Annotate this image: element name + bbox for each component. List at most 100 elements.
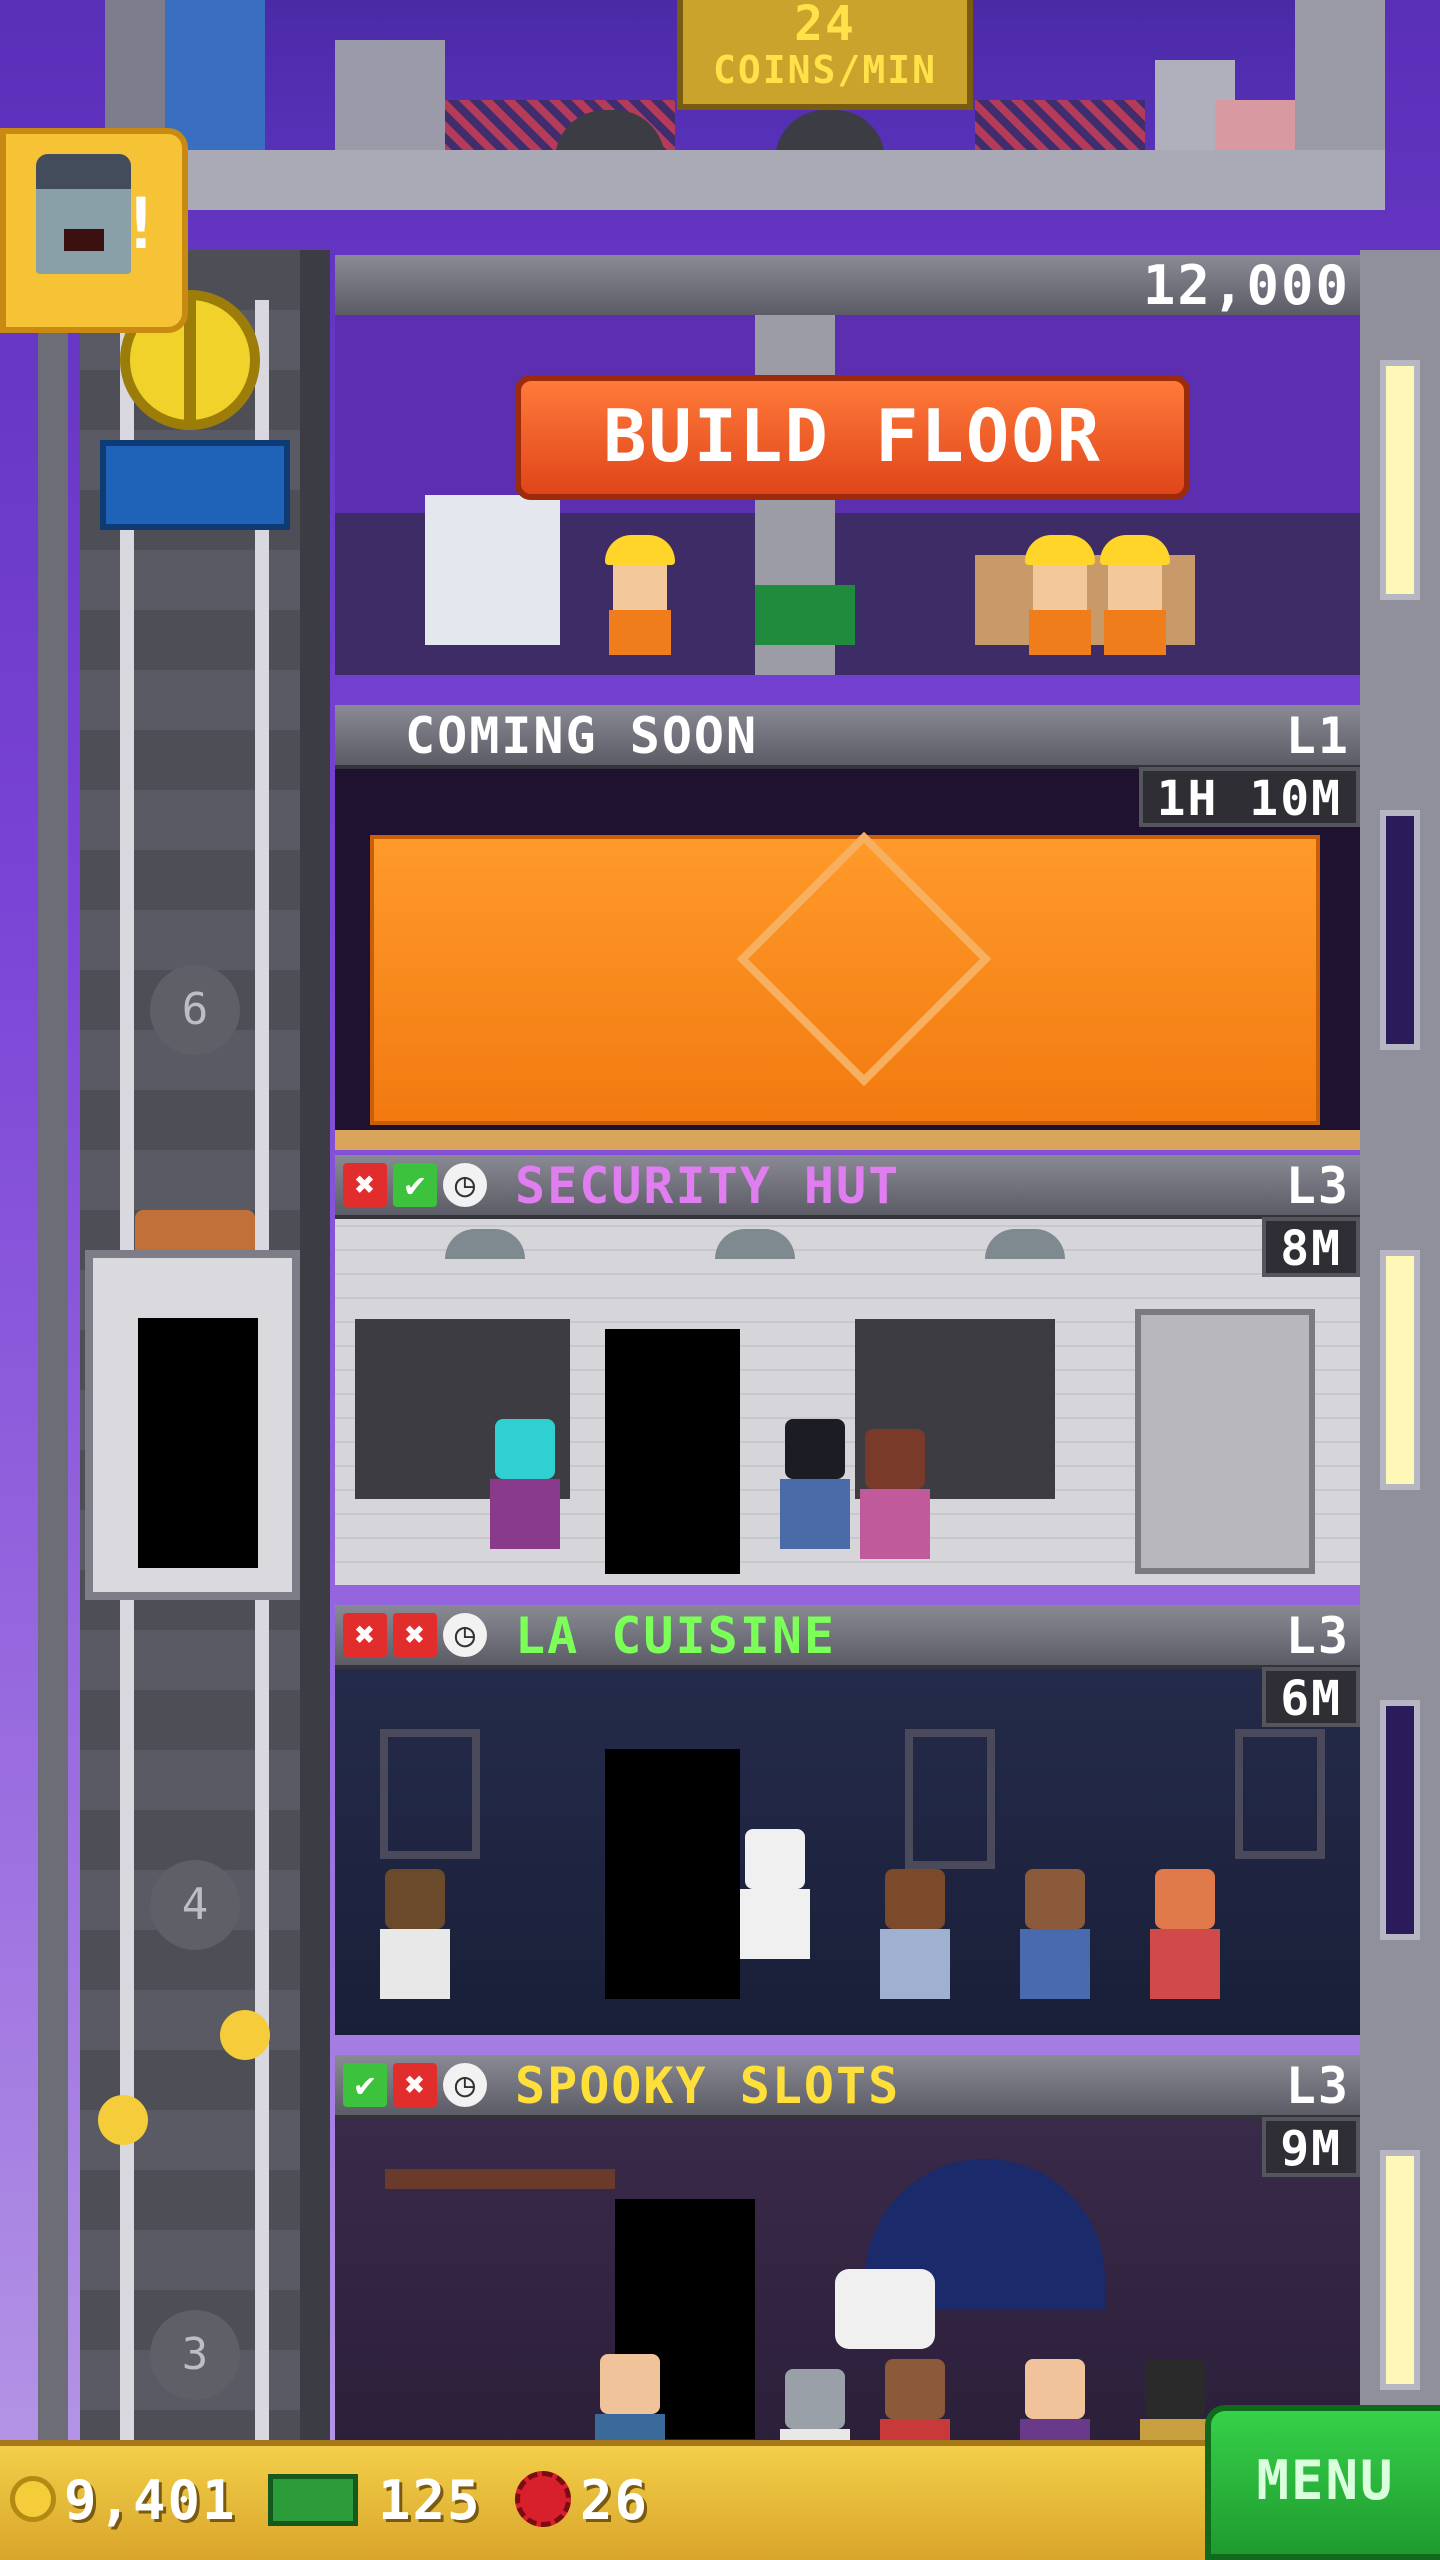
toolbox [755, 585, 855, 645]
clock-icon: ◷ [443, 1163, 487, 1207]
restaurant-room [335, 1669, 1360, 2035]
build-floor-button[interactable]: BUILD FLOOR [515, 375, 1190, 500]
coins-count: 9,401 [64, 2469, 237, 2532]
shaft-frame [300, 250, 330, 2450]
construction-tarp [370, 831, 1320, 1125]
shaft-frame [38, 250, 68, 2450]
coin-icon [10, 2476, 56, 2522]
doorway [605, 1329, 740, 1574]
tower-window [1380, 1700, 1420, 1940]
bitizen[interactable] [855, 1429, 935, 1579]
rooftop-scene: 24 COINS/MIN [105, 0, 1385, 210]
ceiling-lamp [445, 1229, 525, 1259]
out-of-stock-icon: ✖ [343, 1163, 387, 1207]
shaft-floor-number: 4 [150, 1860, 240, 1950]
coins-per-minute-sign: 24 COINS/MIN [677, 0, 973, 110]
ceiling-lamp [985, 1229, 1065, 1259]
tower-window [1380, 1250, 1420, 1490]
floor-level: L1 [1285, 707, 1350, 765]
zombie-bitizen-icon [36, 154, 131, 274]
floor-header: ✔ ✖ ◷ SPOOKY SLOTS L3 [335, 2055, 1360, 2119]
construction-worker [1100, 535, 1170, 655]
floor-name: SECURITY HUT [515, 1157, 901, 1215]
stock-status-icons: ✖ ✖ ◷ [343, 1613, 493, 1657]
bitizen[interactable] [485, 1419, 565, 1569]
elevator-roof [135, 1210, 255, 1255]
tower-window [1380, 810, 1420, 1050]
floor-level: L3 [1285, 2057, 1350, 2115]
construction-worker [1025, 535, 1095, 655]
out-of-stock-icon: ✖ [393, 1613, 437, 1657]
floor-name: SPOOKY SLOTS [515, 2057, 901, 2115]
ceiling-lamp [715, 1229, 795, 1259]
city-building [1295, 0, 1385, 150]
bitizen[interactable] [775, 1419, 855, 1569]
out-of-stock-icon: ✖ [343, 1613, 387, 1657]
construction-sign-icon [736, 831, 992, 1087]
coins-rate-value: 24 [794, 0, 856, 52]
floor-timer: 8M [1262, 1217, 1360, 1277]
jail-cell [1135, 1309, 1315, 1574]
bux-count: 125 [378, 2469, 482, 2532]
stock-status-icons: ✔ ✖ ◷ [343, 2063, 493, 2107]
floor-timer: 9M [1262, 2117, 1360, 2177]
floor-level: L3 [1285, 1157, 1350, 1215]
floor-header: ✖ ✔ ◷ SECURITY HUT L3 [335, 1155, 1360, 1219]
clock-icon: ◷ [443, 2063, 487, 2107]
build-floor-header: 12,000 [335, 255, 1360, 319]
floor-timer: 6M [1262, 1667, 1360, 1727]
floor-slab [335, 1130, 1360, 1150]
menu-button[interactable]: MENU [1205, 2405, 1440, 2560]
city-building [165, 0, 265, 150]
tower-window [1380, 2150, 1420, 2390]
floor-name: LA CUISINE [515, 1607, 837, 1665]
tower-bux-icon [268, 2474, 358, 2526]
chef-bitizen[interactable] [735, 1829, 815, 1979]
wall-painting [380, 1729, 480, 1859]
build-floor-price: 12,000 [1142, 254, 1350, 317]
out-of-stock-icon: ✖ [393, 2063, 437, 2107]
chandelier [385, 2169, 615, 2189]
city-building [335, 40, 445, 150]
floating-coin-icon[interactable] [98, 2095, 148, 2145]
floor-timer: 1H 10M [1138, 767, 1360, 827]
bitizen[interactable] [1145, 1869, 1225, 2019]
security-hut-room [335, 1219, 1360, 1585]
clock-icon: ◷ [443, 1613, 487, 1657]
in-stock-icon: ✔ [343, 2063, 387, 2107]
bitizen-alert-button[interactable]: ! [0, 128, 188, 333]
shaft-floor-number: 6 [150, 965, 240, 1055]
construction-worker [605, 535, 675, 655]
tower-window [1380, 360, 1420, 600]
shaft-floor-number: 3 [150, 2310, 240, 2400]
points-count: 26 [580, 2469, 650, 2532]
floor-security-hut[interactable]: ✖ ✔ ◷ SECURITY HUT L3 8M [335, 1155, 1360, 1595]
roof-ledge [105, 150, 1385, 210]
golden-ticket-icon [515, 2471, 571, 2527]
wall-painting [905, 1729, 995, 1869]
bitizen[interactable] [1015, 1869, 1095, 2019]
floor-level: L3 [1285, 1607, 1350, 1665]
elevator-motor-icon [100, 440, 290, 530]
floor-la-cuisine[interactable]: ✖ ✖ ◷ LA CUISINE L3 6M [335, 1605, 1360, 2045]
floor-header: COMING SOON L1 [335, 705, 1360, 769]
elevator-car[interactable] [85, 1250, 300, 1600]
bitizen[interactable] [875, 1869, 955, 2019]
elevator-door [138, 1318, 258, 1568]
in-stock-icon: ✔ [393, 1163, 437, 1207]
tower-right-wall [1360, 250, 1440, 2450]
pumpkin-speech-bubble-icon[interactable] [835, 2269, 935, 2349]
stock-status-icons: ✖ ✔ ◷ [343, 1163, 493, 1207]
floor-name: COMING SOON [405, 707, 759, 765]
floor-spooky-slots[interactable]: ✔ ✖ ◷ SPOOKY SLOTS L3 9M [335, 2055, 1360, 2499]
floating-coin-icon[interactable] [220, 2010, 270, 2060]
wall-painting [1235, 1729, 1325, 1859]
doorway [605, 1749, 740, 1999]
floor-header: ✖ ✖ ◷ LA CUISINE L3 [335, 1605, 1360, 1669]
exclamation-icon: ! [119, 183, 164, 265]
build-floor-section: 12,000 BUILD FLOOR [335, 255, 1360, 685]
glass-pane [425, 495, 560, 645]
bitizen[interactable] [375, 1869, 455, 2019]
floor-coming-soon[interactable]: COMING SOON L1 1H 10M [335, 705, 1360, 1150]
coins-rate-unit: COINS/MIN [713, 48, 937, 92]
